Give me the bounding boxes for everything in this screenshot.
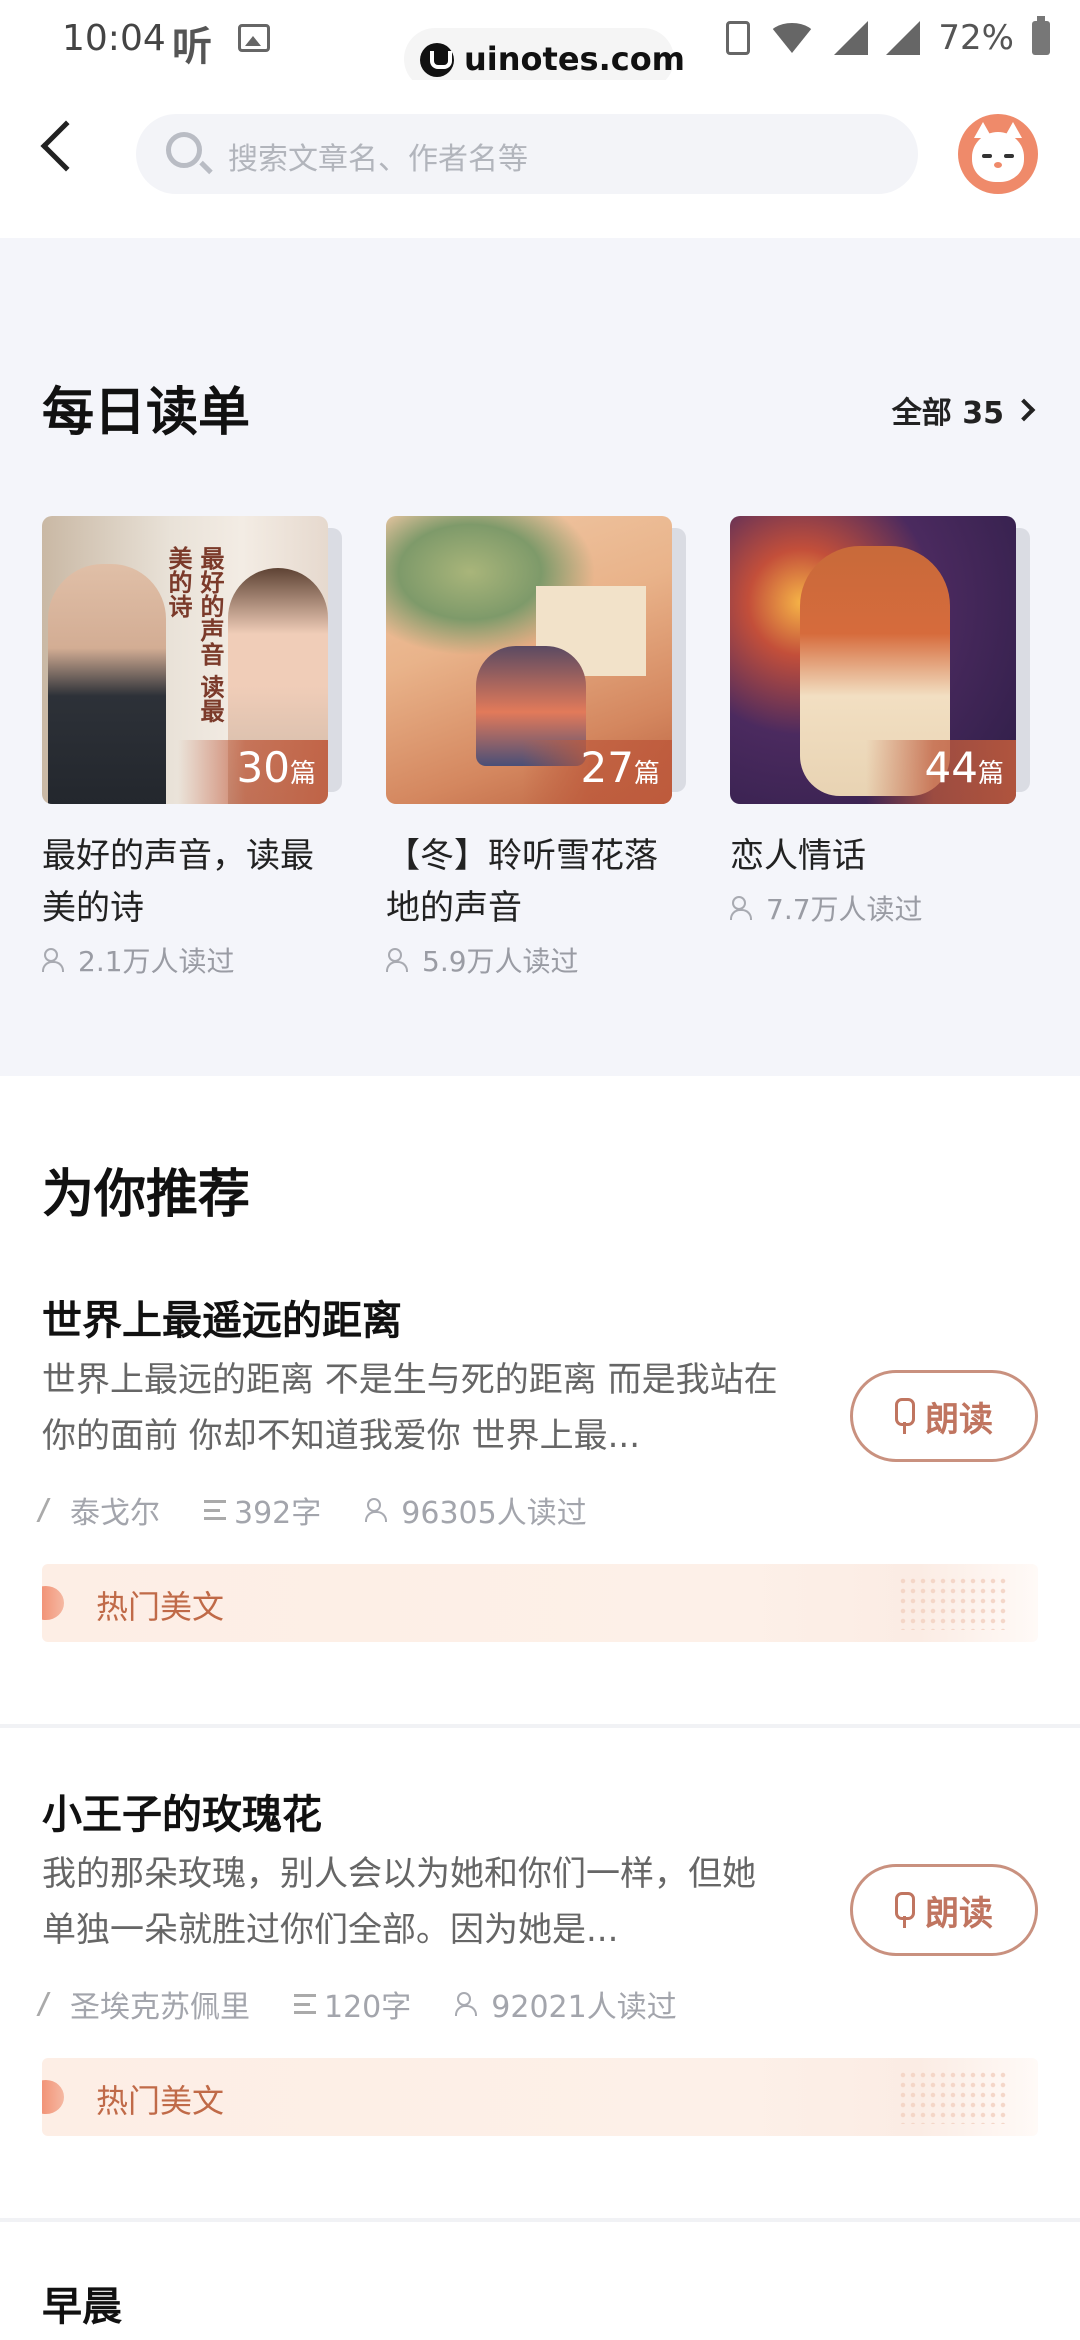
status-time: 10:04 <box>62 18 166 59</box>
article-excerpt: 我的那朵玫瑰，别人会以为她和你们一样，但她单独一朵就胜过你们全部。因为她是... <box>42 1854 756 1950</box>
watermark-logo-icon <box>420 43 454 77</box>
search-input[interactable]: 搜索文章名、作者名等 <box>136 114 918 194</box>
chevron-right-icon <box>1012 398 1036 422</box>
cover-stack: 最好的声音 读最美的诗 30篇 <box>42 516 342 804</box>
dot-pattern <box>898 2070 1008 2124</box>
search-icon <box>166 132 202 168</box>
image-notification-icon <box>238 24 270 52</box>
cover-image: 44篇 <box>730 516 1016 804</box>
readers-count: 92021人读过 <box>491 1990 677 2025</box>
article-meta: 圣埃克苏佩里 120字 92021人读过 <box>36 1982 677 2026</box>
pen-icon <box>36 1498 68 1522</box>
cover-stack: 44篇 <box>730 516 1030 804</box>
search-placeholder: 搜索文章名、作者名等 <box>228 142 528 177</box>
card-readers: 2.1万人读过 <box>42 940 328 980</box>
battery-icon <box>1032 16 1050 55</box>
card-title: 【冬】聆听雪花落地的声音 <box>386 836 658 928</box>
people-icon <box>365 1498 393 1522</box>
word-count-value: 392字 <box>234 1496 322 1531</box>
people-icon <box>455 1992 483 2016</box>
article-count: 44篇 <box>924 743 1004 792</box>
section-title-recommend: 为你推荐 <box>42 1165 251 1225</box>
avatar-nose <box>994 162 1002 168</box>
view-all-button[interactable]: 全部 35 <box>891 388 1036 432</box>
vibrate-icon <box>726 21 751 55</box>
readers-count: 96305人读过 <box>401 1496 587 1531</box>
status-bar: 10:04 听 uinotes.com 72% <box>0 0 1080 90</box>
view-all-label: 全部 35 <box>891 396 1004 431</box>
microphone-icon <box>895 1892 915 1928</box>
cover-text: 最好的声音 读最美的诗 <box>164 546 224 723</box>
word-count: 120字 <box>294 1982 411 2026</box>
wifi-icon <box>768 23 817 53</box>
people-icon <box>730 896 758 920</box>
read-aloud-label: 朗读 <box>925 1893 993 1934</box>
tag-dot-icon <box>42 1586 64 1620</box>
article-excerpt: 世界上最远的距离 不是生与死的距离 而是我站在你的面前 你却不知道我爱你 世界上… <box>42 1360 778 1456</box>
cover-image: 最好的声音 读最美的诗 30篇 <box>42 516 328 804</box>
tag-label: 热门美文 <box>96 2082 225 2120</box>
text-lines-icon <box>204 1500 226 1520</box>
playlist-card[interactable]: 44篇 恋人情话 7.7万人读过 <box>730 516 1030 980</box>
watermark-text: uinotes.com <box>464 40 686 78</box>
playlist-card[interactable]: 27篇 【冬】聆听雪花落地的声音 5.9万人读过 <box>386 516 686 980</box>
daily-cards: 最好的声音 读最美的诗 30篇 最好的声音，读最美的诗 2.1万人读过 27篇 … <box>42 516 1030 980</box>
article-count: 27篇 <box>580 743 660 792</box>
readers-count: 7.7万人读过 <box>766 893 923 926</box>
card-title: 恋人情话 <box>730 836 866 876</box>
avatar[interactable] <box>958 114 1038 194</box>
author-name: 圣埃克苏佩里 <box>70 1990 250 2025</box>
category-tag[interactable]: 热门美文 <box>42 1564 1038 1642</box>
card-title: 最好的声音，读最美的诗 <box>42 836 314 928</box>
status-icons: 72% <box>726 16 1050 58</box>
signal-icon <box>834 21 869 55</box>
battery-percent: 72% <box>938 18 1014 58</box>
readers-count: 2.1万人读过 <box>78 945 235 978</box>
cat-face-icon <box>972 122 1024 182</box>
article-title: 世界上最遥远的距离 <box>42 1298 402 1344</box>
divider <box>0 1724 1080 1728</box>
back-arrow-icon[interactable] <box>40 120 92 172</box>
read-aloud-label: 朗读 <box>925 1399 993 1440</box>
category-tag[interactable]: 热门美文 <box>42 2058 1038 2136</box>
tag-label: 热门美文 <box>96 1588 225 1626</box>
article-meta: 泰戈尔 392字 96305人读过 <box>36 1488 587 1532</box>
article-title[interactable]: 早晨 <box>42 2274 122 2332</box>
cover-figure <box>48 564 166 804</box>
avatar-eye <box>1004 154 1014 158</box>
text-lines-icon <box>294 1994 316 2014</box>
microphone-icon <box>895 1398 915 1434</box>
read-aloud-button[interactable]: 朗读 <box>850 1370 1038 1462</box>
author: 泰戈尔 <box>36 1488 160 1532</box>
card-readers: 7.7万人读过 <box>730 888 1016 928</box>
dot-pattern <box>898 1576 1008 1630</box>
author-name: 泰戈尔 <box>70 1496 160 1531</box>
avatar-eye <box>982 154 992 158</box>
divider <box>0 2218 1080 2222</box>
word-count-value: 120字 <box>324 1990 412 2025</box>
section-title-daily: 每日读单 <box>42 383 251 443</box>
author: 圣埃克苏佩里 <box>36 1982 250 2026</box>
cover-image: 27篇 <box>386 516 672 804</box>
read-aloud-button[interactable]: 朗读 <box>850 1864 1038 1956</box>
people-icon <box>386 948 414 972</box>
word-count: 392字 <box>204 1488 321 1532</box>
signal-icon-2 <box>886 21 921 55</box>
card-readers: 5.9万人读过 <box>386 940 672 980</box>
readers: 92021人读过 <box>455 1982 677 2026</box>
article-title: 小王子的玫瑰花 <box>42 1792 322 1838</box>
app-notification-icon: 听 <box>172 24 212 70</box>
daily-list-section: 每日读单 全部 35 最好的声音 读最美的诗 30篇 最好的声音，读最美的诗 2… <box>0 238 1080 1076</box>
readers-count: 5.9万人读过 <box>422 945 579 978</box>
cover-stack: 27篇 <box>386 516 686 804</box>
pen-icon <box>36 1992 68 2016</box>
tag-dot-icon <box>42 2080 64 2114</box>
article-count: 30篇 <box>236 743 316 792</box>
people-icon <box>42 948 70 972</box>
playlist-card[interactable]: 最好的声音 读最美的诗 30篇 最好的声音，读最美的诗 2.1万人读过 <box>42 516 342 980</box>
readers: 96305人读过 <box>365 1488 587 1532</box>
top-header: 搜索文章名、作者名等 <box>0 80 1080 238</box>
